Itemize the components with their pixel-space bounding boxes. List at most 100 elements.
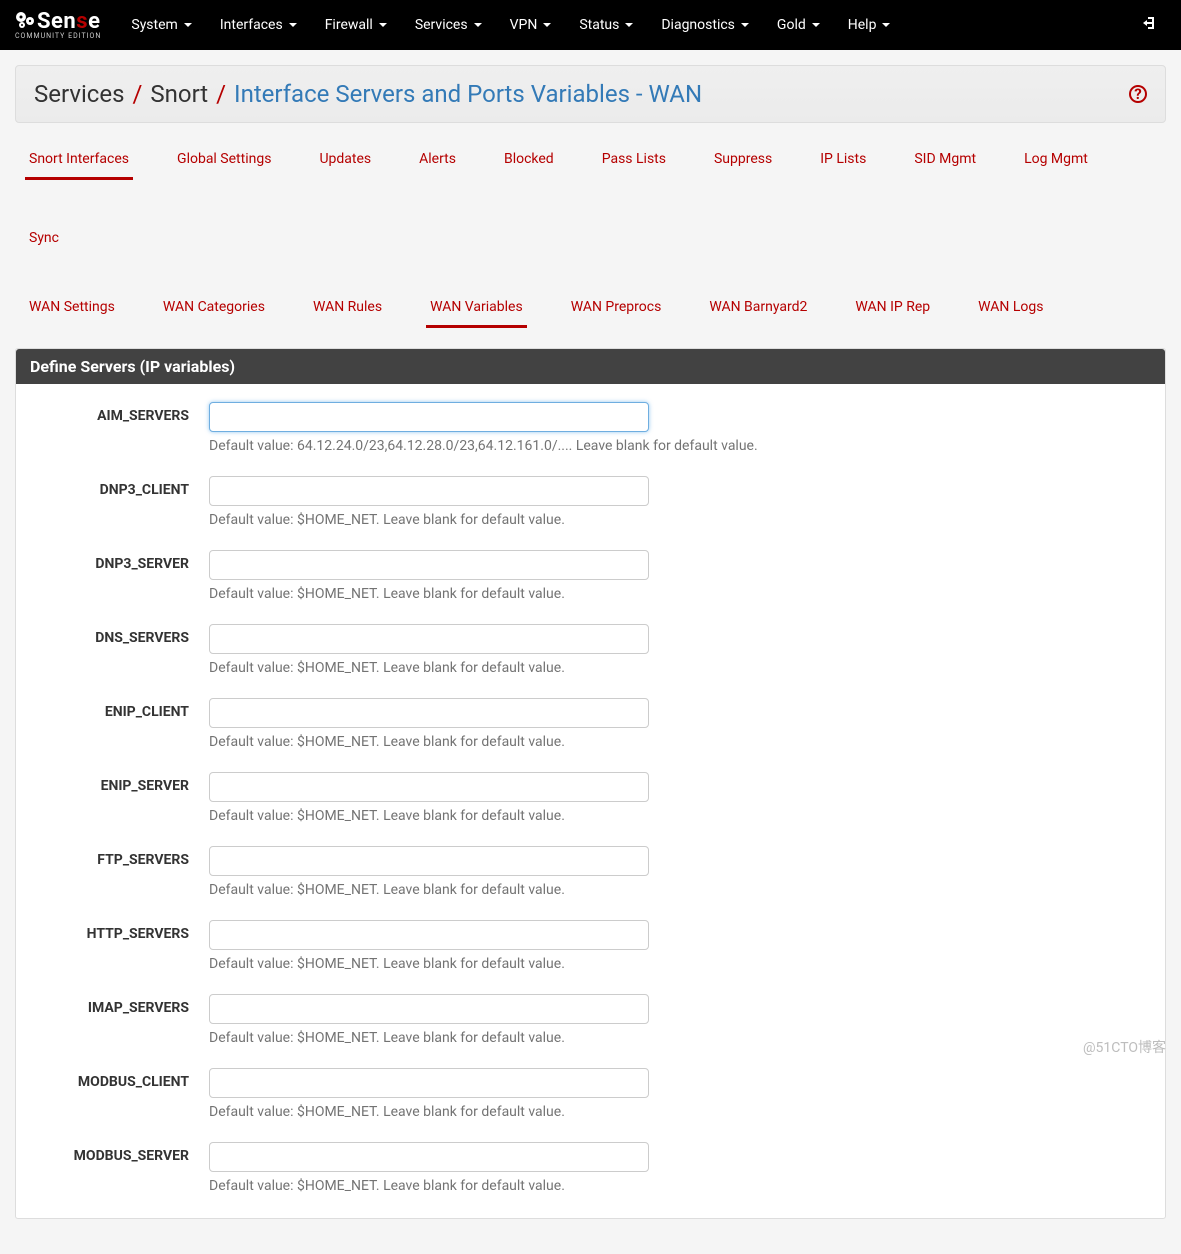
form-row: ENIP_CLIENTDefault value: $HOME_NET. Lea… (16, 690, 1165, 764)
help-icon[interactable]: ? (1129, 85, 1147, 103)
tab-updates[interactable]: Updates (315, 141, 375, 180)
tab-pass-lists[interactable]: Pass Lists (598, 141, 670, 180)
nav-system[interactable]: System (131, 17, 191, 33)
breadcrumb-separator: / (132, 80, 142, 108)
form-row: DNP3_SERVERDefault value: $HOME_NET. Lea… (16, 542, 1165, 616)
subtab-wan-preprocs[interactable]: WAN Preprocs (567, 289, 666, 328)
subtab-wan-variables[interactable]: WAN Variables (426, 289, 527, 328)
form-row: IMAP_SERVERSDefault value: $HOME_NET. Le… (16, 986, 1165, 1060)
logout-icon (1142, 16, 1158, 35)
breadcrumb-separator: / (216, 80, 226, 108)
chevron-down-icon (882, 23, 890, 27)
nav-gold[interactable]: Gold (777, 17, 820, 33)
field-label: MODBUS_CLIENT (34, 1068, 209, 1090)
form-row: FTP_SERVERSDefault value: $HOME_NET. Lea… (16, 838, 1165, 912)
enip-client-input[interactable] (209, 698, 649, 728)
field-label: AIM_SERVERS (34, 402, 209, 424)
modbus-client-input[interactable] (209, 1068, 649, 1098)
form-row: MODBUS_CLIENTDefault value: $HOME_NET. L… (16, 1060, 1165, 1134)
brand-name-highlight: s (76, 11, 88, 33)
ftp-servers-input[interactable] (209, 846, 649, 876)
field-help-text: Default value: $HOME_NET. Leave blank fo… (209, 882, 1069, 898)
main-tabs: Snort Interfaces Global Settings Updates… (15, 141, 1166, 259)
field-label: ENIP_CLIENT (34, 698, 209, 720)
field-label: HTTP_SERVERS (34, 920, 209, 942)
chevron-down-icon (812, 23, 820, 27)
tab-sync[interactable]: Sync (25, 220, 63, 259)
chevron-down-icon (741, 23, 749, 27)
nav-diagnostics[interactable]: Diagnostics (661, 17, 749, 33)
tab-ip-lists[interactable]: IP Lists (816, 141, 870, 180)
dnp3-client-input[interactable] (209, 476, 649, 506)
subtab-wan-logs[interactable]: WAN Logs (974, 289, 1047, 328)
imap-servers-input[interactable] (209, 994, 649, 1024)
chevron-down-icon (379, 23, 387, 27)
field-label: DNS_SERVERS (34, 624, 209, 646)
subtab-wan-categories[interactable]: WAN Categories (159, 289, 269, 328)
field-label: DNP3_SERVER (34, 550, 209, 572)
form-row: ENIP_SERVERDefault value: $HOME_NET. Lea… (16, 764, 1165, 838)
enip-server-input[interactable] (209, 772, 649, 802)
form-row: DNP3_CLIENTDefault value: $HOME_NET. Lea… (16, 468, 1165, 542)
tab-alerts[interactable]: Alerts (415, 141, 460, 180)
panel-title: Define Servers (IP variables) (16, 349, 1165, 384)
modbus-server-input[interactable] (209, 1142, 649, 1172)
nav-services[interactable]: Services (415, 17, 482, 33)
breadcrumb-item-services[interactable]: Services (34, 80, 124, 108)
field-help-text: Default value: $HOME_NET. Leave blank fo… (209, 660, 1069, 676)
nav-firewall[interactable]: Firewall (325, 17, 387, 33)
field-help-text: Default value: $HOME_NET. Leave blank fo… (209, 512, 1069, 528)
field-label: FTP_SERVERS (34, 846, 209, 868)
field-label: MODBUS_SERVER (34, 1142, 209, 1164)
dnp3-server-input[interactable] (209, 550, 649, 580)
field-label: IMAP_SERVERS (34, 994, 209, 1016)
tab-sid-mgmt[interactable]: SID Mgmt (910, 141, 980, 180)
chevron-down-icon (625, 23, 633, 27)
http-servers-input[interactable] (209, 920, 649, 950)
field-help-text: Default value: $HOME_NET. Leave blank fo… (209, 586, 1069, 602)
chevron-down-icon (184, 23, 192, 27)
form-row: MODBUS_SERVERDefault value: $HOME_NET. L… (16, 1134, 1165, 1208)
subtab-wan-barnyard2[interactable]: WAN Barnyard2 (705, 289, 811, 328)
tab-blocked[interactable]: Blocked (500, 141, 558, 180)
brand-subtitle: COMMUNITY EDITION (15, 33, 101, 40)
watermark: @51CTO博客 (1083, 1037, 1166, 1057)
field-help-text: Default value: $HOME_NET. Leave blank fo… (209, 1104, 1069, 1120)
field-help-text: Default value: $HOME_NET. Leave blank fo… (209, 956, 1069, 972)
subtab-wan-settings[interactable]: WAN Settings (25, 289, 119, 328)
top-navbar: Sense COMMUNITY EDITION System Interface… (0, 0, 1181, 50)
nav-vpn[interactable]: VPN (510, 17, 552, 33)
brand-logo[interactable]: Sense COMMUNITY EDITION (15, 11, 101, 40)
form-row: HTTP_SERVERSDefault value: $HOME_NET. Le… (16, 912, 1165, 986)
sub-tabs: WAN Settings WAN Categories WAN Rules WA… (15, 289, 1166, 328)
logout-button[interactable] (1134, 15, 1166, 35)
field-help-text: Default value: $HOME_NET. Leave blank fo… (209, 734, 1069, 750)
tab-suppress[interactable]: Suppress (710, 141, 776, 180)
breadcrumb-item-snort[interactable]: Snort (150, 80, 208, 108)
field-label: ENIP_SERVER (34, 772, 209, 794)
subtab-wan-rules[interactable]: WAN Rules (309, 289, 386, 328)
panel-body: AIM_SERVERSDefault value: 64.12.24.0/23,… (16, 384, 1165, 1218)
tab-global-settings[interactable]: Global Settings (173, 141, 275, 180)
tab-log-mgmt[interactable]: Log Mgmt (1020, 141, 1092, 180)
nav-help[interactable]: Help (848, 17, 891, 33)
form-row: DNS_SERVERSDefault value: $HOME_NET. Lea… (16, 616, 1165, 690)
nav-status[interactable]: Status (579, 17, 633, 33)
field-help-text: Default value: $HOME_NET. Leave blank fo… (209, 1178, 1069, 1194)
breadcrumb-item-current[interactable]: Interface Servers and Ports Variables - … (234, 80, 702, 108)
brand-name-suffix: e (88, 11, 100, 33)
chevron-down-icon (289, 23, 297, 27)
dns-servers-input[interactable] (209, 624, 649, 654)
field-help-text: Default value: 64.12.24.0/23,64.12.28.0/… (209, 438, 1069, 454)
chevron-down-icon (474, 23, 482, 27)
subtab-wan-ip-rep[interactable]: WAN IP Rep (851, 289, 934, 328)
field-help-text: Default value: $HOME_NET. Leave blank fo… (209, 1030, 1069, 1046)
gear-cluster-icon (15, 11, 35, 33)
form-row: AIM_SERVERSDefault value: 64.12.24.0/23,… (16, 394, 1165, 468)
nav-interfaces[interactable]: Interfaces (220, 17, 297, 33)
tab-snort-interfaces[interactable]: Snort Interfaces (25, 141, 133, 180)
field-label: DNP3_CLIENT (34, 476, 209, 498)
brand-name-prefix: Sen (37, 11, 76, 33)
aim-servers-input[interactable] (209, 402, 649, 432)
breadcrumb-panel: Services / Snort / Interface Servers and… (15, 65, 1166, 123)
